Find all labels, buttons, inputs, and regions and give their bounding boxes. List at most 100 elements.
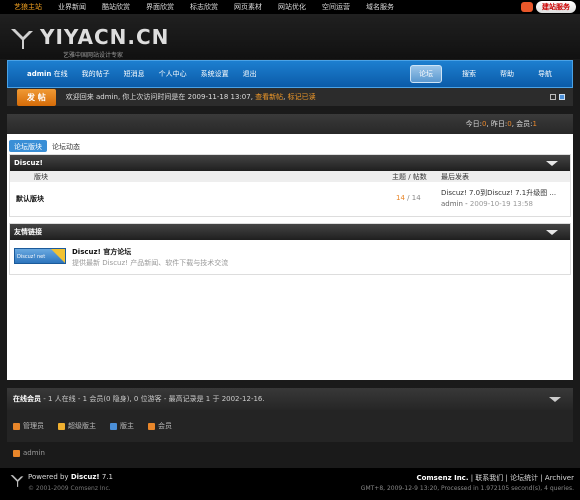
role-super-mod: 超级版主 xyxy=(58,421,96,431)
top-link-domain[interactable]: 域名服务 xyxy=(358,2,402,12)
footer-nav-links[interactable]: | 联系我们 | 论坛统计 | Archiver xyxy=(471,474,574,482)
top-link-hosting[interactable]: 空间运营 xyxy=(314,2,358,12)
footer: Powered by Discuz! 7.1 © 2001-2009 Comse… xyxy=(0,468,580,500)
main-panel: 论坛版块 论坛动态 Discuz! 版块 主题 / 帖数 最后发表 默认版块 1… xyxy=(7,134,573,380)
stats-yesterday-label: 昨日: xyxy=(490,120,508,128)
role-label: 管理员 xyxy=(23,422,44,430)
logo-subtitle: 艺雅中国网站设计专家 xyxy=(63,52,124,59)
nav-messages[interactable]: 短消息 xyxy=(117,69,152,79)
links-title: 友情链接 xyxy=(14,228,42,236)
forum-row: 默认版块 14 / 14 Discuz! 7.0到Discuz! 7.1升级图 … xyxy=(10,182,570,216)
tab-search[interactable]: 搜索 xyxy=(450,69,488,79)
welcome-text: 欢迎回来 admin, 你上次访问时间是在 2009-11-18 13:07, xyxy=(65,93,253,101)
last-post-link[interactable]: Discuz! 7.0到Discuz! 7.1升级图 ... xyxy=(441,188,556,198)
links-section: 友情链接 Discuz! net Discuz! 官方论坛 提供最新 Discu… xyxy=(9,223,571,275)
link-description: 提供最新 Discuz! 产品新闻、软件下载与技术交流 xyxy=(72,259,229,267)
footer-logo-icon xyxy=(10,475,24,487)
logo-text[interactable]: YIYACN.CN xyxy=(40,25,169,49)
forum-name[interactable]: 默认版块 xyxy=(16,194,44,204)
logo-icon xyxy=(11,29,33,49)
forum-tabs: 论坛版块 论坛动态 xyxy=(7,134,573,152)
site-header: YIYACN.CN 艺雅中国网站设计专家 xyxy=(0,14,580,59)
online-title: 在线会员 xyxy=(13,395,41,403)
user-icon xyxy=(148,422,155,430)
role-label: 会员 xyxy=(158,422,172,430)
stats-members: 1 xyxy=(532,120,537,128)
top-link-materials[interactable]: 网页素材 xyxy=(226,2,270,12)
hand-icon xyxy=(521,2,533,12)
col-last-post: 最后发表 xyxy=(441,172,469,181)
tab-forum-activity[interactable]: 论坛动态 xyxy=(47,140,85,152)
top-link-seo[interactable]: 网站优化 xyxy=(270,2,314,12)
links-header[interactable]: 友情链接 xyxy=(10,224,570,240)
tab-forum-boards[interactable]: 论坛版块 xyxy=(9,140,47,152)
tab-navigation[interactable]: 导航 xyxy=(526,69,564,79)
company-link[interactable]: Comsenz Inc. xyxy=(416,474,468,482)
collapse-icon[interactable] xyxy=(546,229,558,235)
collapse-icon[interactable] xyxy=(546,160,558,166)
collapse-icon[interactable] xyxy=(549,396,561,402)
top-link-logos[interactable]: 标志欣赏 xyxy=(182,2,226,12)
powered-brand[interactable]: Discuz! xyxy=(71,473,100,481)
layout-narrow-toggle[interactable] xyxy=(550,94,556,100)
nav-user-status: 在线 xyxy=(53,70,68,78)
logo-corner xyxy=(51,249,65,263)
stats-today: 0 xyxy=(481,120,487,128)
link-row: Discuz! net Discuz! 官方论坛 提供最新 Discuz! 产品… xyxy=(10,240,570,274)
top-link-cool-sites[interactable]: 酷站欣赏 xyxy=(94,2,138,12)
user-icon xyxy=(13,422,20,430)
online-user-admin[interactable]: admin xyxy=(23,449,45,457)
service-button[interactable]: 建站服务 xyxy=(536,1,576,13)
gmt-info: GMT+8, 2009-12-9 13:20, Processed in 1.9… xyxy=(360,485,574,492)
nav-profile[interactable]: 个人中心 xyxy=(152,69,194,79)
link-title[interactable]: Discuz! 官方论坛 xyxy=(72,247,131,257)
stats-members-label: 会员: xyxy=(516,120,533,128)
nav-bar: admin 在线 我的帖子 短消息 个人中心 系统设置 退出 论坛 搜索 帮助 … xyxy=(7,60,573,88)
nav-username[interactable]: admin xyxy=(27,70,51,78)
column-header: 版块 主题 / 帖数 最后发表 xyxy=(10,171,570,182)
role-mod: 版主 xyxy=(110,421,134,431)
online-users: admin xyxy=(7,444,573,462)
top-bar: 艺狼主站 业界新闻 酷站欣赏 界面欣赏 标志欣赏 网页素材 网站优化 空间运营 … xyxy=(0,0,580,14)
nav-my-posts[interactable]: 我的帖子 xyxy=(75,69,117,79)
section-title: Discuz! xyxy=(14,159,43,167)
col-count: 主题 / 帖数 xyxy=(392,172,427,181)
welcome-bar: 发 帖 欢迎回来 admin, 你上次访问时间是在 2009-11-18 13:… xyxy=(7,88,573,106)
stats-today-label: 今日: xyxy=(465,120,482,128)
online-header[interactable]: 在线会员 - 1 人在线 - 1 会员(0 隐身), 0 位游客 - 最高记录是… xyxy=(7,388,573,410)
top-right: 建站服务 xyxy=(521,1,580,13)
top-link-home[interactable]: 艺狼主站 xyxy=(6,2,50,12)
user-icon xyxy=(110,422,117,430)
powered-prefix: Powered by xyxy=(28,473,69,481)
mark-read-link[interactable]: 标记已读 xyxy=(288,93,316,101)
last-post-author[interactable]: admin xyxy=(441,200,463,208)
user-icon xyxy=(58,422,65,430)
footer-links: Comsenz Inc. | 联系我们 | 论坛统计 | Archiver xyxy=(416,473,574,483)
online-summary: - 1 人在线 - 1 会员(0 隐身), 0 位游客 - 最高记录是 1 于 … xyxy=(43,395,265,403)
forum-posts: 14 xyxy=(411,194,421,202)
top-link-news[interactable]: 业界新闻 xyxy=(50,2,94,12)
role-legend: 管理员 超级版主 版主 会员 xyxy=(7,410,573,442)
top-link-ui[interactable]: 界面欣赏 xyxy=(138,2,182,12)
layout-wide-toggle[interactable] xyxy=(559,94,565,100)
tab-forum[interactable]: 论坛 xyxy=(410,65,442,83)
role-label: 版主 xyxy=(120,422,134,430)
last-post-date: 2009-10-19 13:58 xyxy=(469,200,534,208)
nav-settings[interactable]: 系统设置 xyxy=(194,69,236,79)
discuz-logo[interactable]: Discuz! net xyxy=(14,248,66,264)
role-member: 会员 xyxy=(148,421,172,431)
forum-stats: 今日: 0, 昨日: 0, 会员: 1 xyxy=(7,114,573,134)
welcome-message: 欢迎回来 admin, 你上次访问时间是在 2009-11-18 13:07, … xyxy=(65,93,316,101)
tab-help[interactable]: 帮助 xyxy=(488,69,526,79)
nav-logout[interactable]: 退出 xyxy=(236,69,264,79)
online-panel: 在线会员 - 1 人在线 - 1 会员(0 隐身), 0 位游客 - 最高记录是… xyxy=(7,388,573,442)
version: 7.1 xyxy=(101,473,113,481)
view-new-posts-link[interactable]: 查看新帖 xyxy=(255,93,283,101)
new-post-button[interactable]: 发 帖 xyxy=(17,88,56,106)
powered-by: Powered by Discuz! 7.1 xyxy=(28,473,113,481)
col-forum: 版块 xyxy=(34,172,48,181)
layout-switch xyxy=(550,94,565,100)
forum-topics: 14 xyxy=(396,194,405,202)
section-header[interactable]: Discuz! xyxy=(10,155,570,171)
nav-user[interactable]: admin 在线 xyxy=(20,69,75,79)
